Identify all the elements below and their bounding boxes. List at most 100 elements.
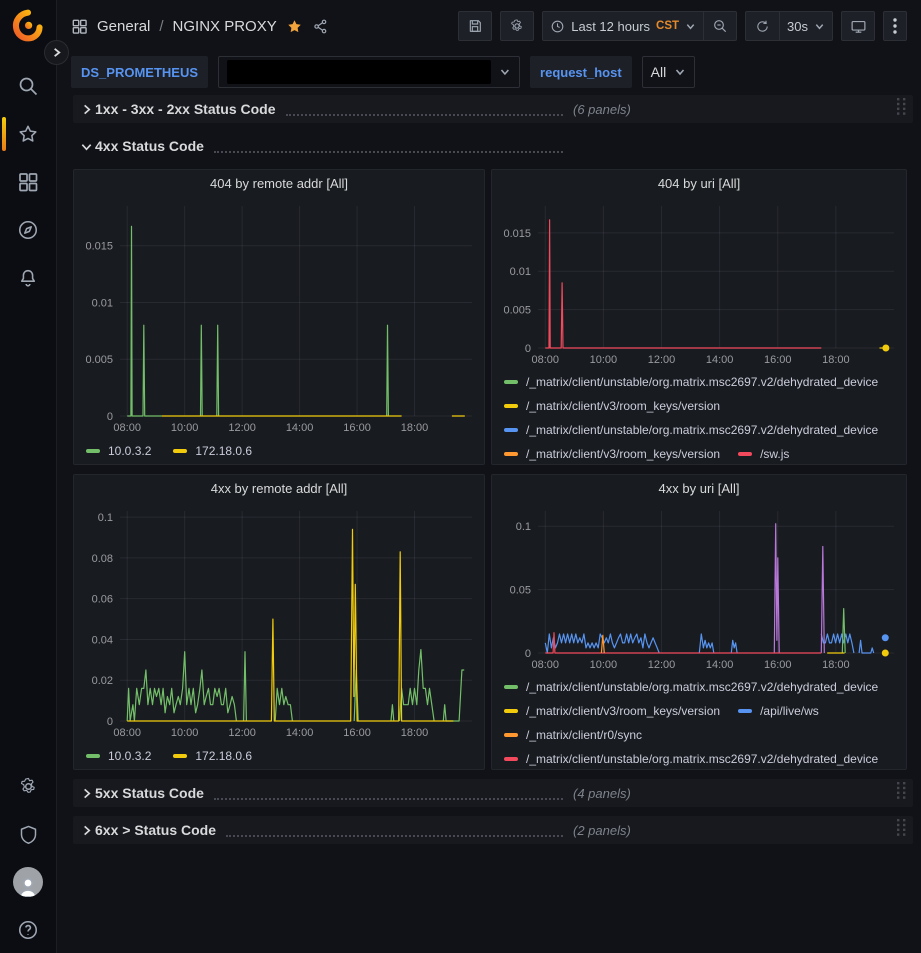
variable-label-ds-prometheus[interactable]: DS_PROMETHEUS bbox=[71, 56, 208, 88]
panel-title[interactable]: 4xx by remote addr [All] bbox=[74, 475, 484, 501]
legend-item[interactable]: /_matrix/client/v3/room_keys/version bbox=[504, 399, 720, 413]
legend-item[interactable]: /_matrix/client/unstable/org.matrix.msc2… bbox=[504, 423, 878, 437]
sidebar-item-server-admin[interactable] bbox=[0, 819, 56, 849]
row-drag-handle[interactable] bbox=[897, 819, 907, 841]
legend-item[interactable]: 172.18.0.6 bbox=[173, 444, 252, 458]
row-header-5xx[interactable]: 5xx Status Code (4 panels) bbox=[73, 779, 913, 807]
sidebar-item-search[interactable] bbox=[0, 71, 56, 101]
more-options-button[interactable] bbox=[883, 11, 907, 41]
legend-item[interactable]: /_matrix/client/v3/room_keys/version bbox=[504, 704, 720, 718]
svg-text:0.1: 0.1 bbox=[516, 521, 531, 533]
sidebar-item-explore[interactable] bbox=[0, 215, 56, 245]
svg-text:16:00: 16:00 bbox=[343, 727, 371, 739]
svg-text:18:00: 18:00 bbox=[822, 659, 850, 671]
favorite-star-icon[interactable] bbox=[286, 18, 303, 35]
svg-text:0: 0 bbox=[525, 343, 531, 355]
sidebar-item-profile[interactable] bbox=[0, 867, 56, 897]
legend-item[interactable]: /_matrix/client/v3/room_keys/version bbox=[504, 447, 720, 461]
row-dots bbox=[286, 103, 563, 116]
legend-item[interactable]: /_matrix/client/r0/sync bbox=[504, 728, 642, 742]
svg-text:14:00: 14:00 bbox=[706, 659, 734, 671]
chevron-down-icon bbox=[499, 66, 511, 78]
legend-item[interactable]: /_matrix/client/unstable/org.matrix.msc2… bbox=[504, 680, 878, 694]
legend-label: /_matrix/client/unstable/org.matrix.msc2… bbox=[526, 680, 878, 694]
legend-swatch bbox=[504, 404, 518, 408]
help-icon bbox=[17, 919, 39, 941]
save-dashboard-button[interactable] bbox=[458, 11, 492, 41]
timezone-label: CST bbox=[656, 20, 679, 32]
svg-text:14:00: 14:00 bbox=[706, 354, 734, 366]
sidebar-expand-button[interactable] bbox=[44, 40, 69, 65]
legend-item[interactable]: /_matrix/client/unstable/org.matrix.msc2… bbox=[504, 375, 878, 389]
time-series-chart[interactable]: 08:0010:0012:0014:0016:0018:0000.050.1 bbox=[492, 501, 906, 673]
time-series-chart[interactable]: 08:0010:0012:0014:0016:0018:0000.0050.01… bbox=[492, 196, 906, 368]
panel-4xx-by-uri: 4xx by uri [All] 08:0010:0012:0014:0016:… bbox=[491, 474, 907, 770]
sidebar-item-dashboards[interactable] bbox=[0, 167, 56, 197]
refresh-interval-picker[interactable]: 30s bbox=[779, 11, 833, 41]
sidebar-item-configuration[interactable] bbox=[0, 771, 56, 801]
dashboard-body: 1xx - 3xx - 2xx Status Code (6 panels) 4… bbox=[57, 92, 921, 844]
panel-title[interactable]: 404 by remote addr [All] bbox=[74, 170, 484, 196]
sidebar-item-starred[interactable] bbox=[0, 119, 56, 149]
chevron-right-icon bbox=[80, 103, 93, 116]
refresh-button[interactable] bbox=[745, 11, 779, 41]
svg-text:16:00: 16:00 bbox=[764, 659, 792, 671]
sidebar-item-help[interactable] bbox=[0, 915, 56, 945]
svg-text:08:00: 08:00 bbox=[113, 727, 141, 739]
svg-text:0.05: 0.05 bbox=[510, 585, 531, 597]
legend-item[interactable]: 10.0.3.2 bbox=[86, 749, 151, 763]
legend-swatch bbox=[504, 733, 518, 737]
row-dots bbox=[226, 824, 563, 837]
legend-item[interactable]: 10.0.3.2 bbox=[86, 444, 151, 458]
row-drag-handle[interactable] bbox=[897, 98, 907, 120]
configuration-gear-icon bbox=[18, 776, 39, 797]
datasource-select[interactable] bbox=[218, 56, 520, 88]
legend-item[interactable]: /api/live/ws bbox=[738, 704, 819, 718]
zoom-out-button[interactable] bbox=[703, 11, 737, 41]
panel-title[interactable]: 4xx by uri [All] bbox=[492, 475, 906, 501]
breadcrumb-section[interactable]: General bbox=[97, 18, 150, 35]
panel-legend: 10.0.3.2 172.18.0.6 bbox=[74, 741, 484, 769]
svg-text:0.015: 0.015 bbox=[85, 241, 113, 253]
chevron-right-icon bbox=[80, 824, 93, 837]
legend-swatch bbox=[504, 452, 518, 456]
star-icon bbox=[17, 123, 39, 145]
panel-title[interactable]: 404 by uri [All] bbox=[492, 170, 906, 196]
legend-label: /_matrix/client/unstable/org.matrix.msc2… bbox=[526, 423, 878, 437]
legend-swatch bbox=[504, 757, 518, 761]
svg-text:0: 0 bbox=[107, 716, 113, 728]
time-series-chart[interactable]: 08:0010:0012:0014:0016:0018:0000.020.040… bbox=[74, 501, 484, 741]
legend-item[interactable]: /sw.js bbox=[738, 447, 789, 461]
panel-legend: 10.0.3.2 172.18.0.6 bbox=[74, 436, 484, 464]
chevron-down-icon bbox=[685, 21, 696, 32]
legend-item[interactable]: 172.18.0.6 bbox=[173, 749, 252, 763]
svg-text:0.005: 0.005 bbox=[85, 354, 113, 366]
time-series-chart[interactable]: 08:0010:0012:0014:0016:0018:0000.0050.01… bbox=[74, 196, 484, 436]
row-header-1xx-3xx-2xx[interactable]: 1xx - 3xx - 2xx Status Code (6 panels) bbox=[73, 95, 913, 123]
variable-label-request-host[interactable]: request_host bbox=[530, 56, 632, 88]
dashboard-header: General / NGINX PROXY bbox=[57, 0, 921, 52]
legend-label: 172.18.0.6 bbox=[195, 444, 252, 458]
sidebar-item-alerting[interactable] bbox=[0, 263, 56, 293]
alerting-bell-icon bbox=[17, 267, 39, 289]
kiosk-mode-button[interactable] bbox=[841, 11, 875, 41]
time-range-picker[interactable]: Last 12 hours CST bbox=[542, 11, 703, 41]
row-drag-handle[interactable] bbox=[897, 782, 907, 804]
row-dots bbox=[214, 140, 563, 153]
share-icon[interactable] bbox=[312, 18, 329, 35]
settings-gear-icon bbox=[509, 18, 525, 34]
toolbar: Last 12 hours CST bbox=[458, 11, 907, 41]
chevron-down-icon bbox=[80, 140, 93, 153]
svg-text:0.1: 0.1 bbox=[98, 512, 113, 524]
row-header-4xx[interactable]: 4xx Status Code bbox=[73, 132, 913, 160]
request-host-select[interactable]: All bbox=[642, 56, 696, 88]
row-panel-count: (2 panels) bbox=[573, 823, 631, 838]
time-range-label: Last 12 hours bbox=[571, 19, 650, 34]
legend-swatch bbox=[86, 754, 100, 758]
refresh-icon bbox=[755, 19, 770, 34]
grafana-logo[interactable] bbox=[11, 9, 45, 43]
legend-item[interactable]: /_matrix/client/unstable/org.matrix.msc2… bbox=[504, 752, 878, 766]
legend-swatch bbox=[738, 709, 752, 713]
dashboard-settings-button[interactable] bbox=[500, 11, 534, 41]
row-header-6xx[interactable]: 6xx > Status Code (2 panels) bbox=[73, 816, 913, 844]
